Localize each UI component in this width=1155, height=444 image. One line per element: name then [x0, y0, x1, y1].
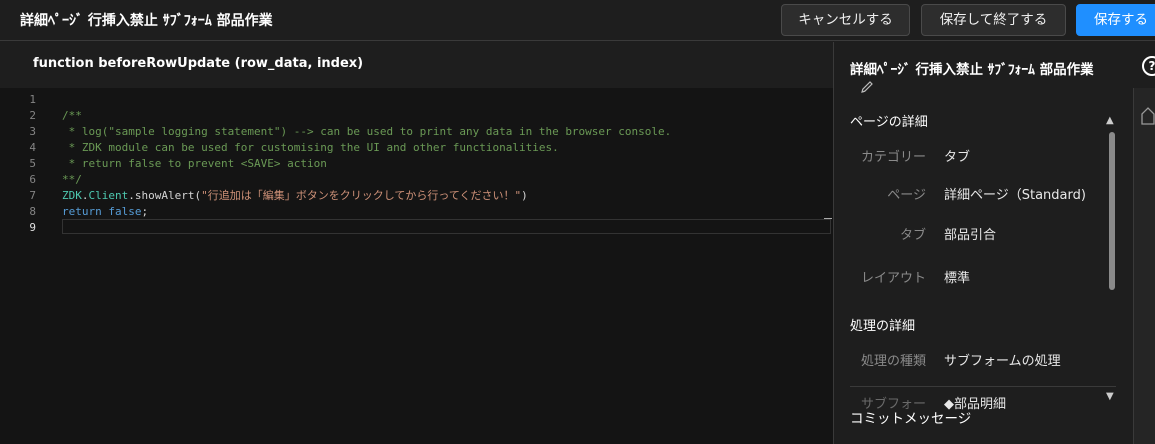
- layout-label: レイアウト: [860, 271, 926, 286]
- code-token: ): [521, 189, 528, 202]
- code-token: .showAlert(: [128, 189, 202, 202]
- page-label: ページ: [887, 188, 926, 203]
- code-line[interactable]: /**: [62, 108, 82, 124]
- category-value: タブ: [944, 150, 971, 165]
- line-number: 5: [29, 157, 36, 170]
- code-line[interactable]: * log("sample logging statement") --> ca…: [62, 124, 672, 140]
- panel-title: 詳細ﾍﾟｰｼﾞ 行挿入禁止 ｻﾌﾞﾌｫｰﾑ 部品作業: [850, 62, 1094, 78]
- line-number: 1: [29, 93, 36, 106]
- code-token: return: [62, 205, 102, 218]
- side-panel-icon[interactable]: [1140, 106, 1155, 126]
- line-number: 3: [29, 125, 36, 138]
- triangle-up-icon[interactable]: ▲: [1106, 115, 1114, 126]
- category-label: カテゴリー: [860, 150, 926, 165]
- tab-value: 部品引合: [944, 228, 997, 243]
- triangle-down-icon[interactable]: ▼: [1106, 391, 1114, 402]
- commit-message-label: コミットメッセージ: [850, 411, 972, 427]
- details-panel: 詳細ﾍﾟｰｼﾞ 行挿入禁止 ｻﾌﾞﾌｫｰﾑ 部品作業 ? ページの詳細 カテゴリ…: [833, 42, 1155, 444]
- code-line[interactable]: **/: [62, 172, 82, 188]
- top-bar: 詳細ﾍﾟｰｼﾞ 行挿入禁止 ｻﾌﾞﾌｫｰﾑ 部品作業 キャンセルする 保存して終…: [0, 0, 1155, 41]
- code-token: "行追加は「編集」ボタンをクリックしてから行ってください！": [201, 189, 522, 202]
- line-number: 8: [29, 205, 36, 218]
- code-line[interactable]: * return false to prevent <SAVE> action: [62, 156, 327, 172]
- save-and-exit-button[interactable]: 保存して終了する: [921, 4, 1066, 36]
- line-number: 4: [29, 141, 36, 154]
- code-token: * ZDK module can be used for customising…: [62, 141, 559, 154]
- code-token: .: [81, 189, 89, 202]
- layout-value: 標準: [944, 271, 971, 286]
- line-number: 6: [29, 173, 36, 186]
- pencil-icon[interactable]: [859, 79, 875, 95]
- code-token: ;: [141, 205, 149, 218]
- code-token: false: [108, 205, 142, 218]
- process-type-label: 処理の種類: [860, 354, 926, 369]
- code-line[interactable]: return false;: [62, 204, 148, 220]
- tab-label: タブ: [899, 228, 926, 243]
- line-number: 7: [29, 189, 36, 202]
- page-value: 詳細ページ（Standard): [944, 188, 1086, 203]
- code-token: **/: [62, 173, 82, 186]
- code-token: ZDK: [62, 189, 82, 202]
- code-token: /**: [62, 109, 82, 122]
- page-details-heading: ページの詳細: [850, 115, 928, 130]
- code-line[interactable]: ZDK.Client.showAlert("行追加は「編集」ボタンをクリックして…: [62, 188, 528, 204]
- function-signature: function beforeRowUpdate (row_data, inde…: [33, 56, 364, 71]
- code-editor[interactable]: 1 2 3 4 5 6 7 8 9 /** * log("sample logging stat…: [0, 88, 833, 444]
- active-line-highlight: [62, 219, 831, 234]
- process-details-heading: 処理の詳細: [850, 319, 916, 334]
- process-type-value: サブフォームの処理: [944, 354, 1061, 369]
- cancel-button[interactable]: キャンセルする: [781, 4, 910, 36]
- page-title: 詳細ﾍﾟｰｼﾞ 行挿入禁止 ｻﾌﾞﾌｫｰﾑ 部品作業: [20, 13, 273, 29]
- divider: [850, 386, 1116, 387]
- code-line[interactable]: * ZDK module can be used for customising…: [62, 140, 559, 156]
- code-token: * return false to prevent <SAVE> action: [62, 157, 327, 170]
- scrollbar-thumb[interactable]: [1109, 132, 1115, 290]
- help-icon[interactable]: ?: [1142, 56, 1155, 76]
- editor-scroll-marker: [824, 218, 832, 219]
- code-token: Client: [88, 189, 129, 202]
- line-number: 2: [29, 109, 36, 122]
- side-strip: [1133, 88, 1155, 444]
- code-token: * log("sample logging statement") --> ca…: [62, 125, 672, 138]
- line-number: 9: [29, 221, 36, 234]
- line-number-gutter: 1 2 3 4 5 6 7 8 9: [0, 88, 48, 444]
- editor-header: function beforeRowUpdate (row_data, inde…: [0, 42, 833, 88]
- save-button[interactable]: 保存する: [1076, 4, 1155, 36]
